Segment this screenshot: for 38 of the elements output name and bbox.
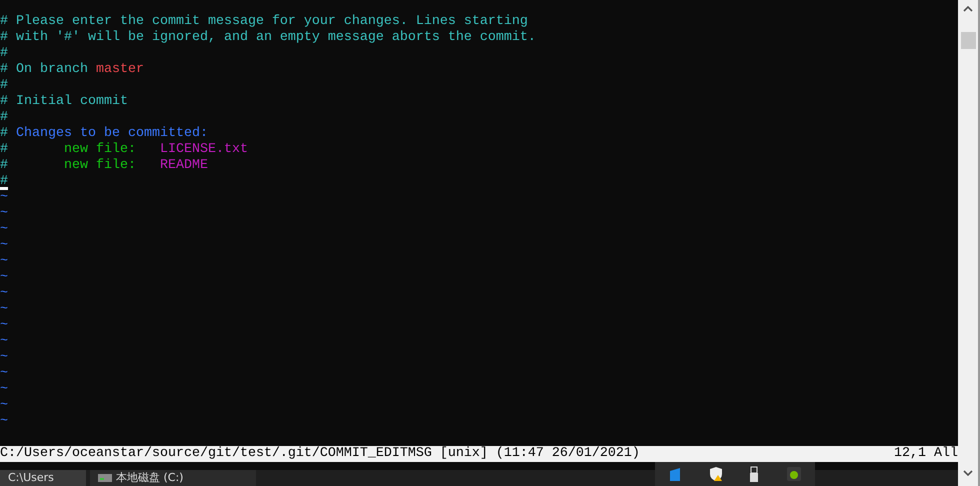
scroll-down-icon[interactable]	[963, 470, 973, 476]
code-line: # On branch master	[0, 62, 144, 78]
code-line: # with '#' will be ignored, and an empty message aborts the commit.	[0, 30, 536, 46]
code-line: # new file: LICENSE.txt	[0, 142, 248, 158]
tilde-marker: ~	[0, 414, 8, 430]
code-line: # new file: README	[0, 158, 208, 174]
tilde-marker: ~	[0, 382, 8, 398]
file-path: C:/Users/oceanstar/source/git/test/.git/COMMIT_EDITMSG [unix] (11:47 26/01/2021)	[0, 446, 640, 462]
code-line: # Initial commit	[0, 94, 128, 110]
tilde-marker: ~	[0, 366, 8, 382]
code-line: # Please enter the commit message for your changes. Lines starting	[0, 14, 528, 30]
tilde-marker: ~	[0, 334, 8, 350]
tilde-marker: ~	[0, 238, 8, 254]
tilde-marker: ~	[0, 286, 8, 302]
code-line: # Changes to be committed:	[0, 126, 208, 142]
drive-icon	[98, 473, 112, 483]
code-line: #	[0, 110, 8, 126]
tilde-marker: ~	[0, 190, 8, 206]
tilde-marker: ~	[0, 318, 8, 334]
tilde-marker: ~	[0, 350, 8, 366]
chip-icon[interactable]	[786, 466, 802, 482]
usb-icon[interactable]	[749, 466, 760, 482]
cursor-position: 12,1 All	[894, 446, 958, 462]
taskbar-item[interactable]: C:\Users	[0, 470, 86, 486]
tilde-marker: ~	[0, 302, 8, 318]
tilde-marker: ~	[0, 206, 8, 222]
scrollbar-thumb[interactable]	[960, 32, 976, 49]
tilde-marker: ~	[0, 222, 8, 238]
code-line: #	[0, 78, 8, 94]
shield-icon[interactable]	[708, 466, 723, 482]
scroll-up-icon[interactable]	[963, 6, 973, 12]
tilde-marker: ~	[0, 254, 8, 270]
taskbar-item[interactable]: 本地磁盘 (C:)	[90, 470, 256, 486]
code-line: #	[0, 46, 8, 62]
app-icon[interactable]	[668, 467, 682, 481]
tilde-marker: ~	[0, 270, 8, 286]
tilde-marker: ~	[0, 398, 8, 414]
code-line: #	[0, 174, 8, 190]
